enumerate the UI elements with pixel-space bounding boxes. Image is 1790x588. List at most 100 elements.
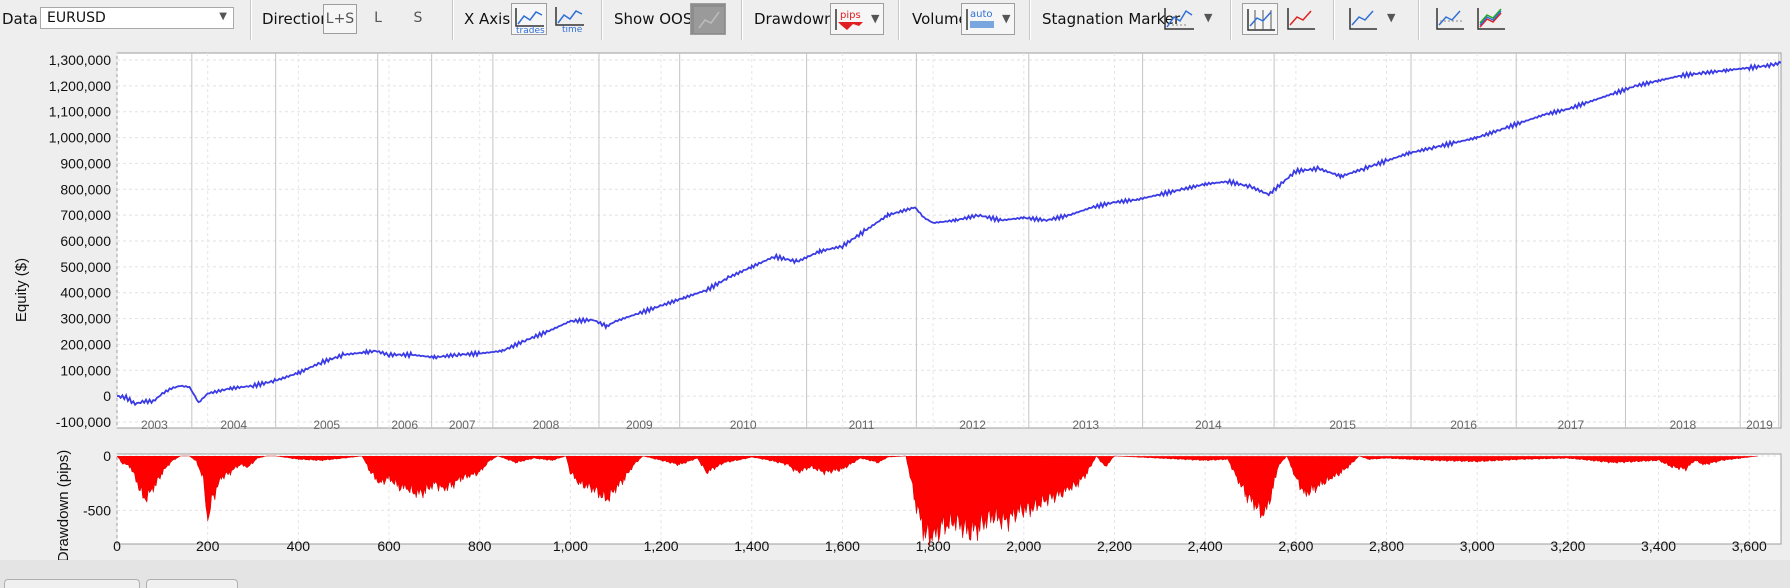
separator [898, 0, 900, 40]
separator [1230, 0, 1232, 40]
x-tick-label: 1,800 [916, 538, 951, 554]
chart-line-select[interactable]: ▼ [1345, 3, 1405, 35]
bottom-tab-2[interactable] [146, 579, 238, 588]
x-tick-label: 2,400 [1188, 538, 1223, 554]
year-label: 2003 [141, 418, 168, 432]
x-tick-label: 1,400 [734, 538, 769, 554]
equity-tick-label: 300,000 [60, 311, 111, 327]
year-label: 2014 [1195, 418, 1222, 432]
x-tick-label: 400 [287, 538, 311, 554]
x-tick-label: 2,600 [1278, 538, 1313, 554]
drawdown-label: Drawdown [754, 10, 834, 28]
chart-compare-icon [1436, 8, 1464, 30]
equity-tick-label: 600,000 [60, 233, 111, 249]
equity-tick-label: 0 [103, 388, 111, 404]
equity-tick-label: 400,000 [60, 285, 111, 301]
direction-ls-button[interactable]: L+S [323, 4, 357, 34]
trades-axis-button[interactable]: trades [511, 3, 547, 35]
bottom-tab-1[interactable] [4, 579, 140, 588]
x-tick-label: 2,800 [1369, 538, 1404, 554]
separator [1333, 0, 1335, 40]
year-label: 2007 [449, 418, 476, 432]
year-label: 2018 [1669, 418, 1696, 432]
trades-axis-icon: trades [515, 8, 545, 34]
drawdown-pips-icon: pips [835, 9, 863, 30]
equity-drawdown-chart: 2003 2004 2005 2006 2007 2008 2009 2010 2011 2012… [0, 40, 1790, 560]
drawdown-tick-label: -500 [83, 502, 111, 518]
equity-tick-label: 500,000 [60, 259, 111, 275]
x-tick-label: 2,200 [1097, 538, 1132, 554]
year-label: 2009 [626, 418, 653, 432]
x-tick-label: 3,400 [1641, 538, 1676, 554]
drawdown-mode-select[interactable]: pips ▼ [830, 3, 884, 35]
show-oos-toggle[interactable] [690, 3, 726, 35]
data-label: Data [2, 10, 38, 28]
x-tick-label: 600 [377, 538, 401, 554]
chevron-down-icon: ▼ [1204, 11, 1213, 24]
equity-tick-label: 700,000 [60, 207, 111, 223]
chart-red-line-icon [1287, 8, 1315, 30]
data-symbol-value: EURUSD [47, 10, 106, 26]
equity-tick-label: 800,000 [60, 181, 111, 197]
direction-label: Direction [262, 10, 330, 28]
equity-tick-label: 1,300,000 [49, 52, 111, 68]
chart-red-line-button[interactable] [1283, 3, 1319, 35]
x-tick-label: 1,000 [553, 538, 588, 554]
separator [1418, 0, 1420, 40]
equity-tick-label: 1,100,000 [49, 104, 111, 120]
time-axis-icon: time [555, 7, 584, 33]
x-tick-label: 200 [196, 538, 220, 554]
year-label: 2011 [849, 418, 875, 432]
year-label: 2008 [533, 418, 560, 432]
year-label: 2004 [220, 418, 247, 432]
x-tick-label: 3,600 [1732, 538, 1767, 554]
chart-grid-icon [1247, 9, 1275, 31]
bottom-tab-strip [0, 560, 1790, 588]
drawdown-axis-label: Drawdown (pips) [55, 450, 72, 560]
equity-tick-label: 200,000 [60, 336, 111, 352]
chart-compare-button[interactable] [1432, 3, 1468, 35]
x-tick-label: 0 [113, 538, 121, 554]
chart-line-icon [1349, 8, 1377, 30]
x-tick-label: 1,200 [644, 538, 679, 554]
separator [250, 0, 252, 40]
volume-label: Volume [912, 10, 968, 28]
year-label: 2006 [391, 418, 418, 432]
chart-grid-button[interactable] [1242, 3, 1278, 35]
separator [741, 0, 743, 40]
year-label: 2016 [1450, 418, 1477, 432]
separator [1029, 0, 1031, 40]
year-label: 2010 [730, 418, 757, 432]
year-label: 2005 [313, 418, 340, 432]
oos-icon [694, 7, 724, 33]
stagnation-marker-select[interactable]: ▼ [1160, 3, 1220, 35]
year-label: 2013 [1072, 418, 1099, 432]
equity-axis-label: Equity ($) [13, 258, 30, 322]
xaxis-label: X Axis [464, 10, 511, 28]
year-label: 2019 [1746, 418, 1773, 432]
direction-long-button[interactable]: L [363, 4, 393, 34]
x-tick-label: 800 [468, 538, 492, 554]
time-axis-button[interactable]: time [552, 3, 588, 35]
chevron-down-icon: ▼ [871, 12, 880, 25]
drawdown-tick-label: 0 [103, 448, 111, 464]
year-label: 2012 [959, 418, 986, 432]
volume-mode-select[interactable]: auto ▼ [961, 3, 1015, 35]
year-label: 2017 [1557, 418, 1584, 432]
chevron-down-icon: ▼ [1387, 11, 1396, 24]
x-tick-label: 2,000 [1006, 538, 1041, 554]
chart-multi-series-button[interactable] [1473, 3, 1509, 35]
data-symbol-select[interactable]: EURUSD ▼ [40, 7, 234, 29]
x-tick-label: 1,600 [825, 538, 860, 554]
equity-tick-label: -100,000 [56, 414, 111, 430]
volume-auto-icon: auto [966, 9, 994, 30]
x-tick-label: 3,200 [1550, 538, 1585, 554]
equity-tick-label: 1,000,000 [49, 130, 111, 146]
chart-toolbar: Data EURUSD ▼ Direction L+S L S X Axis t… [0, 0, 1790, 40]
chevron-down-icon: ▼ [1002, 12, 1011, 25]
direction-short-button[interactable]: S [403, 4, 433, 34]
equity-plot-area [116, 52, 1782, 429]
equity-tick-label: 1,200,000 [49, 78, 111, 94]
equity-tick-label: 900,000 [60, 155, 111, 171]
year-label: 2015 [1329, 418, 1356, 432]
